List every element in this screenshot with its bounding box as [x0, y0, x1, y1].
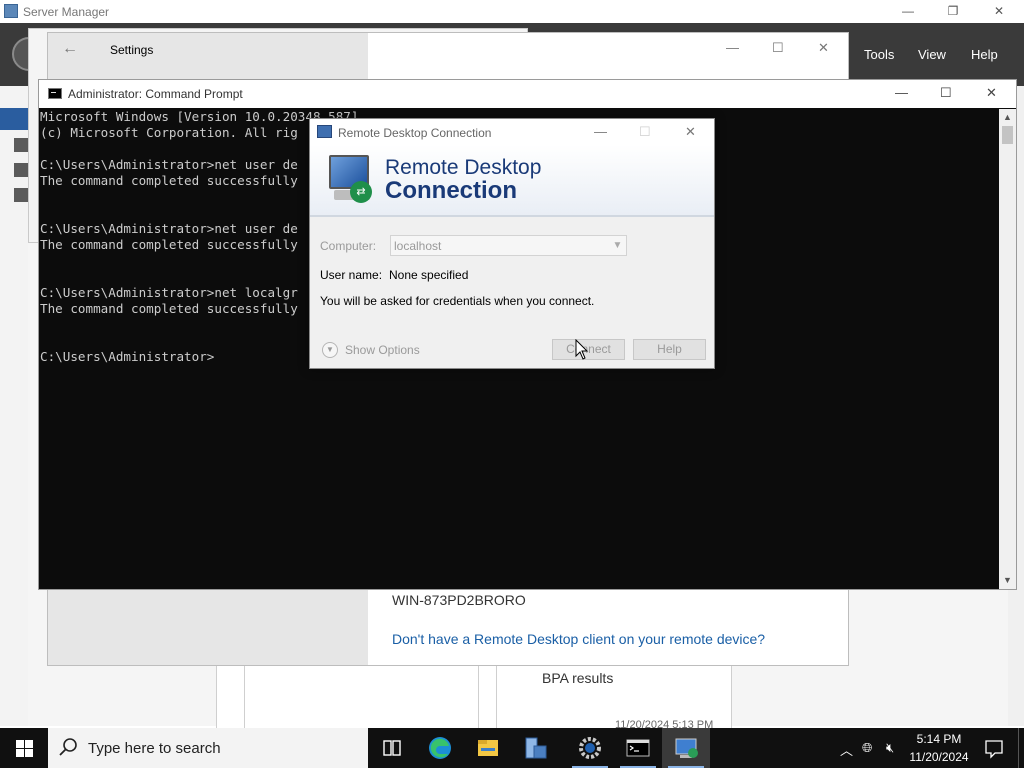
settings-button[interactable] [566, 728, 614, 768]
show-hidden-icons-chevron-icon[interactable]: ︿ [840, 740, 853, 759]
mouse-cursor-icon [575, 339, 589, 360]
remote-desktop-taskbar-icon [675, 738, 698, 758]
menu-view[interactable]: View [918, 47, 946, 62]
nav-item-dashboard-selected[interactable] [0, 108, 28, 130]
close-button[interactable]: ✕ [685, 124, 696, 140]
back-arrow-icon[interactable]: ← [62, 40, 78, 58]
file-explorer-button[interactable] [464, 728, 512, 768]
settings-gear-icon [579, 737, 601, 759]
remote-desktop-icon [317, 125, 332, 138]
server-manager-titlebar [0, 0, 1024, 23]
maximize-button: ☐ [639, 124, 651, 139]
menu-help[interactable]: Help [971, 47, 998, 62]
maximize-button[interactable]: ☐ [772, 40, 784, 56]
clock-date[interactable]: 11/20/2024 [906, 750, 972, 764]
minimize-button[interactable]: — [594, 124, 607, 139]
close-button[interactable]: ✕ [986, 85, 997, 101]
user-name-label: User name: [320, 268, 383, 282]
expand-options-icon[interactable]: ▼ [322, 342, 338, 358]
dashboard-tile [244, 660, 480, 730]
cmd-taskbar-icon [626, 739, 650, 757]
close-button[interactable]: ✕ [818, 40, 829, 56]
all-servers-icon[interactable] [14, 163, 28, 177]
rd-client-link[interactable]: Don't have a Remote Desktop client on yo… [392, 631, 765, 647]
close-button[interactable]: ✕ [976, 0, 1022, 22]
file-storage-icon[interactable] [14, 188, 28, 202]
edge-icon [429, 737, 451, 759]
computer-label: Computer: [320, 239, 377, 253]
computer-value[interactable]: localhost [394, 239, 441, 253]
task-view-button[interactable] [368, 728, 416, 768]
settings-title: Settings [110, 43, 154, 57]
help-button[interactable]: Help [633, 339, 706, 360]
connection-arrows-icon: ⇄ [350, 181, 372, 203]
chevron-down-icon[interactable]: ▼ [609, 236, 626, 255]
bpa-results-label[interactable]: BPA results [542, 670, 613, 686]
server-manager-icon [525, 737, 547, 759]
pc-name: WIN-873PD2BRORO [392, 592, 526, 608]
show-desktop-button[interactable] [1018, 728, 1024, 768]
minimize-button[interactable]: — [885, 0, 931, 22]
restore-button[interactable]: ❐ [930, 0, 976, 22]
cmd-button[interactable] [614, 728, 662, 768]
volume-muted-icon[interactable]: 🔇︎ [886, 740, 894, 756]
remote-desktop-button[interactable] [662, 728, 710, 768]
file-explorer-icon [478, 740, 498, 756]
cmd-title: Administrator: Command Prompt [68, 87, 243, 101]
scroll-down-arrow-icon[interactable]: ▼ [1000, 573, 1015, 587]
window-title: Server Manager [23, 5, 110, 19]
local-server-icon[interactable] [14, 138, 28, 152]
scroll-up-arrow-icon[interactable]: ▲ [1000, 110, 1015, 124]
server-manager-nav-rail [0, 86, 28, 726]
notification-icon [985, 740, 1003, 759]
maximize-button[interactable]: ☐ [940, 85, 952, 101]
dashboard-tile [478, 660, 498, 730]
search-icon [59, 738, 77, 756]
scroll-thumb[interactable] [1002, 126, 1013, 144]
user-name-value: None specified [389, 268, 469, 282]
menu-tools[interactable]: Tools [864, 47, 894, 62]
server-manager-icon [4, 4, 18, 18]
search-placeholder[interactable]: Type here to search [88, 740, 221, 757]
clock-time[interactable]: 5:14 PM [914, 732, 964, 746]
network-globe-icon[interactable]: 🌐︎ [862, 740, 872, 756]
minimize-button[interactable]: — [895, 85, 908, 100]
cmd-icon [48, 88, 62, 99]
credentials-info: You will be asked for credentials when y… [320, 294, 595, 308]
server-manager-button[interactable] [512, 728, 560, 768]
rdc-title: Remote Desktop Connection [338, 126, 492, 140]
notification-center-button[interactable] [978, 728, 1010, 768]
show-options-button[interactable]: Show Options [345, 343, 420, 357]
start-button[interactable] [0, 728, 48, 768]
banner-title-line2: Connection [385, 177, 517, 204]
dashboard-tile [216, 660, 246, 730]
minimize-button[interactable]: — [726, 40, 739, 55]
cmd-scrollbar[interactable] [999, 109, 1016, 589]
task-view-icon [383, 740, 401, 756]
edge-button[interactable] [416, 728, 464, 768]
